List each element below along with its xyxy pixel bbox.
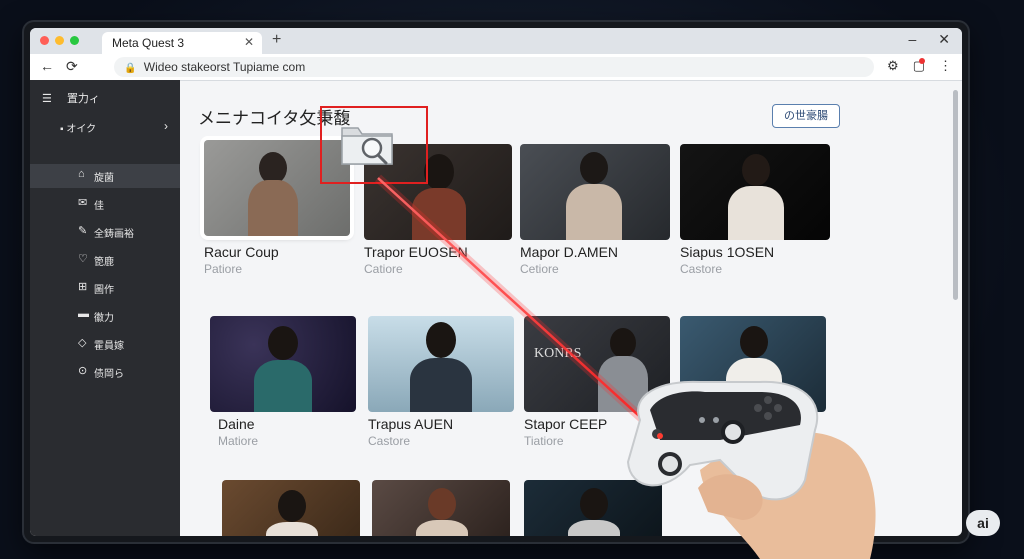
sidebar-item-label: 债岡ら xyxy=(94,369,124,380)
tab-title: Meta Quest 3 xyxy=(112,36,185,50)
video-thumbnail[interactable] xyxy=(680,316,826,412)
video-thumbnail[interactable] xyxy=(680,144,830,240)
card-subtitle: Patiore xyxy=(204,262,243,276)
chevron-right-icon: › xyxy=(164,119,168,133)
card-title: Stapor CEEP xyxy=(524,416,608,432)
new-tab-button[interactable]: + xyxy=(272,31,281,49)
more-button[interactable]: の世豪腸 xyxy=(772,104,840,128)
sidebar-item-home[interactable]: ⌂ 旋菌 xyxy=(30,164,180,188)
card-title: Trapor EUOSEN xyxy=(364,244,468,260)
heart-icon: ♡ xyxy=(78,253,88,265)
grid-icon: ⊞ xyxy=(78,281,88,293)
sidebar-item-edit[interactable]: ✎ 全鋳画裕 xyxy=(30,220,180,244)
sidebar-header-label: 置力ィ xyxy=(66,93,100,105)
browser-tools: ⚙ ▢ ⋮ xyxy=(887,58,952,74)
mail-icon: ✉ xyxy=(78,197,88,209)
browser-window: Meta Quest 3 ✕ + – ✕ ← ⟳ 🔒 Wideo stakeor… xyxy=(30,28,962,536)
reload-icon[interactable]: ⟳ xyxy=(66,58,78,75)
url-field[interactable]: 🔒 Wideo stakeorst Tupiame com xyxy=(114,57,874,77)
tab-close-icon[interactable]: ✕ xyxy=(244,35,254,49)
menu-kebab-icon[interactable]: ⋮ xyxy=(939,58,952,74)
sidebar-item-grid[interactable]: ⊞ 圖作 xyxy=(30,276,180,300)
close-window-icon[interactable]: ✕ xyxy=(938,31,950,48)
card-title: Daine xyxy=(218,416,255,432)
hamburger-icon[interactable]: ☰ xyxy=(42,93,52,105)
card-title: Mapor D.AMEN xyxy=(520,244,619,260)
card-subtitle: Matiore xyxy=(218,434,259,448)
sidebar-section[interactable]: ▪ オイク › xyxy=(60,119,170,135)
settings-icon[interactable]: ⚙ xyxy=(887,58,899,74)
tab-bar: Meta Quest 3 ✕ + – ✕ xyxy=(30,28,962,54)
sidebar-item-label: 旋菌 xyxy=(94,173,114,184)
sidebar: ☰ 置力ィ ▪ オイク › ⌂ 旋菌 ✉ 佳 ✎ 全鋳画裕 ♡ 箆鹿 ⊞ 圖作 … xyxy=(30,80,180,536)
ai-badge: ai xyxy=(966,510,1000,536)
tag-icon: ◇ xyxy=(78,337,87,349)
browser-tab[interactable]: Meta Quest 3 ✕ xyxy=(102,32,262,54)
monitor-frame: Meta Quest 3 ✕ + – ✕ ← ⟳ 🔒 Wideo stakeor… xyxy=(24,22,968,542)
card-subtitle: Cetiore xyxy=(520,262,559,276)
card-title: Trapus AUEN xyxy=(368,416,454,432)
sidebar-item-tag[interactable]: ◇ 霍員嫁 xyxy=(30,332,180,356)
address-bar-row: ← ⟳ 🔒 Wideo stakeorst Tupiame com ⚙ ▢ ⋮ xyxy=(30,54,962,81)
sidebar-item-coin[interactable]: ⊙ 债岡ら xyxy=(30,360,180,384)
main-content: メニナコイタ攵秉馥 の世豪腸 Racur Coup Patiore Trapor… xyxy=(180,80,962,536)
selection-highlight xyxy=(320,106,428,184)
sidebar-item-label: 全鋳画裕 xyxy=(94,229,134,240)
sidebar-item-label: 箆鹿 xyxy=(94,257,114,268)
maximize-dot[interactable] xyxy=(70,36,79,45)
scrollbar[interactable] xyxy=(953,90,958,300)
video-thumbnail[interactable]: KONRS xyxy=(524,316,670,412)
pencil-icon: ✎ xyxy=(78,225,88,237)
window-controls: – ✕ xyxy=(908,31,950,48)
minimize-dot[interactable] xyxy=(55,36,64,45)
url-text: Wideo stakeorst Tupiame com xyxy=(143,60,306,74)
card-subtitle: Tiatiore xyxy=(524,434,564,448)
back-icon[interactable]: ← xyxy=(40,58,54,75)
sidebar-section-label: オイク xyxy=(66,124,97,135)
folder-icon: ▬ xyxy=(78,308,89,320)
sidebar-item-mail[interactable]: ✉ 佳 xyxy=(30,192,180,216)
sidebar-header: ☰ 置力ィ xyxy=(42,90,100,106)
sidebar-item-folder[interactable]: ▬ 徽力 xyxy=(30,304,180,328)
card-title: Siapus 1OSEN xyxy=(680,244,775,260)
video-thumbnail[interactable] xyxy=(520,144,670,240)
window-controls-mac xyxy=(40,36,79,45)
lock-icon: 🔒 xyxy=(124,63,137,74)
folder-search-icon[interactable] xyxy=(338,118,398,170)
card-subtitle: Catiore xyxy=(364,262,403,276)
card-subtitle: Castore xyxy=(680,262,723,276)
thumbnail-overlay-text: KONRS xyxy=(534,346,582,361)
nav-buttons: ← ⟳ xyxy=(40,58,78,75)
home-icon: ⌂ xyxy=(78,168,85,180)
coin-icon: ⊙ xyxy=(78,365,88,377)
sidebar-item-label: 徽力 xyxy=(94,313,114,324)
video-thumbnail[interactable] xyxy=(222,480,360,536)
sidebar-item-label: 霍員嫁 xyxy=(94,341,124,352)
card-subtitle: Castore xyxy=(368,434,411,448)
video-thumbnail[interactable] xyxy=(524,480,662,536)
sidebar-item-label: 佳 xyxy=(94,201,104,212)
card-title: Racur Coup xyxy=(204,244,279,260)
minimize-icon[interactable]: – xyxy=(908,31,916,48)
close-dot[interactable] xyxy=(40,36,49,45)
sidebar-item-favorites[interactable]: ♡ 箆鹿 xyxy=(30,248,180,272)
video-thumbnail[interactable] xyxy=(210,316,356,412)
video-thumbnail[interactable] xyxy=(372,480,510,536)
video-thumbnail[interactable] xyxy=(368,316,514,412)
section-icon: ▪ xyxy=(60,124,64,135)
sidebar-item-label: 圖作 xyxy=(94,285,114,296)
notification-icon[interactable]: ▢ xyxy=(913,58,925,74)
